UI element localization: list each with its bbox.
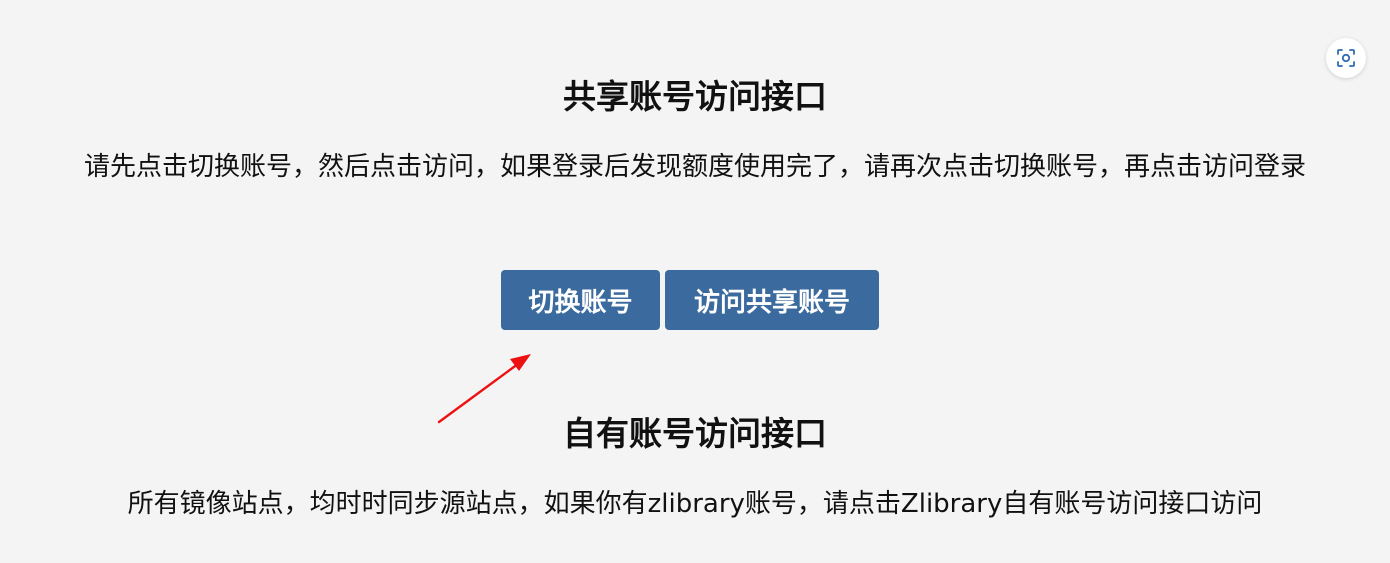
lens-button[interactable] (1326, 38, 1366, 78)
own-section-description: 所有镜像站点，均时时同步源站点，如果你有zlibrary账号，请点击Zlibra… (127, 489, 1263, 519)
visit-shared-account-button[interactable]: 访问共享账号 (665, 270, 879, 330)
button-row: 切换账号 访问共享账号 (501, 270, 879, 330)
shared-section-description: 请先点击切换账号，然后点击访问，如果登录后发现额度使用完了，请再次点击切换账号，… (83, 152, 1306, 182)
shared-section-title: 共享账号访问接口 (563, 77, 827, 116)
lens-icon (1337, 49, 1355, 67)
own-section-title: 自有账号访问接口 (563, 414, 827, 453)
switch-account-button[interactable]: 切换账号 (501, 270, 660, 330)
page: 共享账号访问接口 请先点击切换账号，然后点击访问，如果登录后发现额度使用完了，请… (0, 0, 1390, 563)
